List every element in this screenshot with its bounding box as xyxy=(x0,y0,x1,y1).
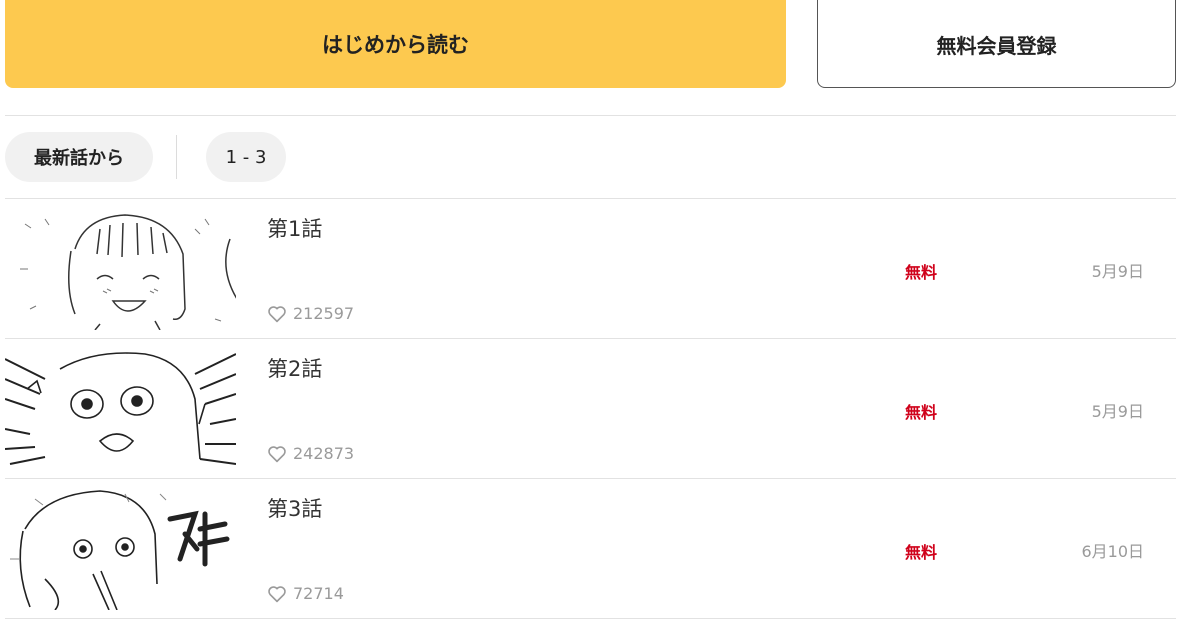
list-divider xyxy=(5,618,1176,619)
sort-latest-button[interactable]: 最新話から xyxy=(5,132,153,182)
heart-outline-icon xyxy=(268,585,286,602)
episode-thumbnail xyxy=(5,489,236,610)
episode-thumbnail xyxy=(5,209,236,330)
episode-row-3[interactable]: 第3話 72714 無料 6月10日 xyxy=(5,479,1176,619)
manga-thumbnail-image xyxy=(5,489,236,610)
free-badge: 無料 xyxy=(905,263,938,282)
episode-title: 第1話 xyxy=(267,217,323,241)
free-badge: 無料 xyxy=(905,543,938,562)
manga-thumbnail-image xyxy=(5,209,236,330)
free-badge: 無料 xyxy=(905,403,938,422)
episode-title: 第3話 xyxy=(267,497,323,521)
episode-row-1[interactable]: 第1話 212597 無料 5月9日 xyxy=(5,199,1176,339)
heart-outline-icon xyxy=(268,305,286,322)
heart-outline-icon xyxy=(268,445,286,462)
top-actions: はじめから読む 無料会員登録 xyxy=(5,0,1176,88)
episode-date: 5月9日 xyxy=(1091,402,1144,421)
likes-count: 72714 xyxy=(293,584,344,603)
likes-count: 212597 xyxy=(293,304,355,323)
likes-counter[interactable]: 212597 xyxy=(267,304,354,323)
episode-date: 5月9日 xyxy=(1091,262,1144,281)
episode-thumbnail xyxy=(5,349,236,470)
likes-count: 242873 xyxy=(293,444,355,463)
free-register-button[interactable]: 無料会員登録 xyxy=(817,0,1176,88)
read-from-start-button[interactable]: はじめから読む xyxy=(5,0,786,88)
episode-filter-bar: 最新話から 1 - 3 xyxy=(5,132,1176,182)
episode-range-button[interactable]: 1 - 3 xyxy=(206,132,286,182)
likes-counter[interactable]: 72714 xyxy=(267,584,344,603)
section-divider xyxy=(5,115,1176,116)
manga-thumbnail-image xyxy=(5,349,236,470)
likes-counter[interactable]: 242873 xyxy=(267,444,354,463)
episode-row-2[interactable]: 第2話 242873 無料 5月9日 xyxy=(5,339,1176,479)
episode-date: 6月10日 xyxy=(1081,542,1144,561)
filter-separator xyxy=(176,135,177,179)
episode-title: 第2話 xyxy=(267,357,323,381)
